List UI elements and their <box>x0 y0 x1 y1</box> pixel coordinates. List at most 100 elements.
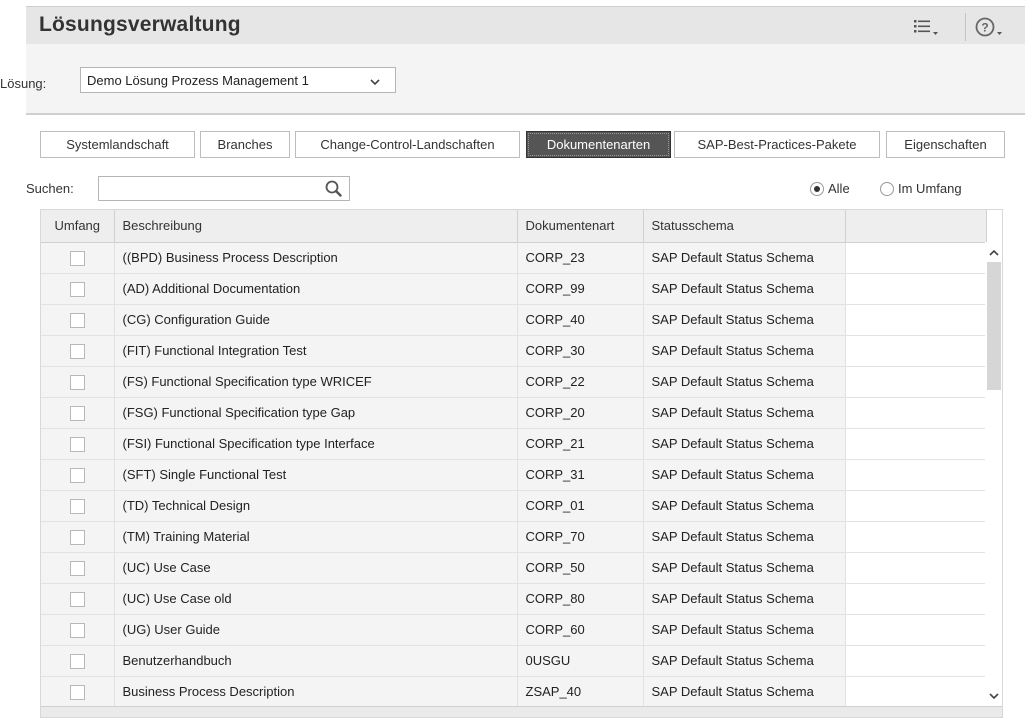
cell-document-type: CORP_60 <box>517 614 644 646</box>
tab-branches[interactable]: Branches <box>200 131 290 158</box>
table-row[interactable]: (FIT) Functional Integration Test CORP_30… <box>41 335 987 367</box>
scope-checkbox[interactable] <box>69 312 85 328</box>
header-beschreibung[interactable]: Beschreibung <box>114 210 518 243</box>
search-field[interactable] <box>98 176 350 201</box>
tab-dokumentenarten[interactable]: Dokumentenarten <box>526 131 671 158</box>
filter-in-scope[interactable]: Im Umfang <box>880 181 962 196</box>
scope-checkbox[interactable] <box>69 405 85 421</box>
header-umfang[interactable]: Umfang <box>41 210 115 243</box>
cell-description: (TM) Training Material <box>114 521 518 553</box>
cell-empty <box>845 490 987 522</box>
cell-empty <box>845 645 987 677</box>
cell-status-schema: SAP Default Status Schema <box>643 335 846 367</box>
search-icon[interactable] <box>324 179 344 202</box>
cell-empty <box>845 459 987 491</box>
filter-all[interactable]: Alle <box>810 181 850 196</box>
cell-description: (UC) Use Case old <box>114 583 518 615</box>
cell-description: (AD) Additional Documentation <box>114 273 518 305</box>
tab-eigenschaften[interactable]: Eigenschaften <box>886 131 1005 158</box>
table-row[interactable]: ((BPD) Business Process Description CORP_… <box>41 242 987 274</box>
search-input[interactable] <box>103 177 313 199</box>
table-row[interactable]: (FSG) Functional Specification type Gap C… <box>41 397 987 429</box>
scope-checkbox-cell <box>41 366 115 398</box>
table-row[interactable]: (UC) Use Case old CORP_80 SAP Default Stat… <box>41 583 987 615</box>
scope-checkbox[interactable] <box>69 560 85 576</box>
header-empty <box>845 210 987 243</box>
solution-dropdown[interactable]: Demo Lösung Prozess Management 1 <box>80 67 396 93</box>
scope-checkbox[interactable] <box>69 374 85 390</box>
cell-empty <box>845 552 987 584</box>
solution-label: Lösung: <box>0 76 47 91</box>
cell-description: (SFT) Single Functional Test <box>114 459 518 491</box>
cell-empty <box>845 428 987 460</box>
scope-checkbox[interactable] <box>69 498 85 514</box>
scope-checkbox[interactable] <box>69 436 85 452</box>
cell-empty <box>845 242 987 274</box>
scope-checkbox[interactable] <box>69 467 85 483</box>
cell-empty <box>845 335 987 367</box>
scope-checkbox[interactable] <box>69 343 85 359</box>
scrollbar-thumb[interactable] <box>987 262 1001 390</box>
header-dokumentenart[interactable]: Dokumentenart <box>517 210 644 243</box>
tab-systemlandschaft[interactable]: Systemlandschaft <box>40 131 195 158</box>
table-row[interactable]: (TM) Training Material CORP_70 SAP Default… <box>41 521 987 553</box>
table-row[interactable]: Benutzerhandbuch 0USGU SAP Default Status … <box>41 645 987 677</box>
cell-document-type: CORP_50 <box>517 552 644 584</box>
cell-document-type: ZSAP_40 <box>517 676 644 708</box>
scope-checkbox[interactable] <box>69 250 85 266</box>
radio-in-scope-label: Im Umfang <box>898 181 962 196</box>
radio-in-scope[interactable] <box>880 181 894 196</box>
scroll-down-icon[interactable] <box>988 689 1000 704</box>
svg-text:?: ? <box>981 21 988 35</box>
cell-status-schema: SAP Default Status Schema <box>643 273 846 305</box>
cell-status-schema: SAP Default Status Schema <box>643 614 846 646</box>
help-icon[interactable]: ? <box>975 16 1005 38</box>
tab-change-control[interactable]: Change-Control-Landschaften <box>295 131 520 158</box>
table-row[interactable]: (UC) Use Case CORP_50 SAP Default Status S… <box>41 552 987 584</box>
cell-document-type: 0USGU <box>517 645 644 677</box>
scope-checkbox-cell <box>41 459 115 491</box>
table-row[interactable]: (FSI) Functional Specification type Inte… <box>41 428 987 460</box>
scope-checkbox-cell <box>41 304 115 336</box>
cell-document-type: CORP_70 <box>517 521 644 553</box>
table-row[interactable]: (FS) Functional Specification type WRICE… <box>41 366 987 398</box>
cell-document-type: CORP_40 <box>517 304 644 336</box>
header-statusschema[interactable]: Statusschema <box>643 210 846 243</box>
chevron-down-icon <box>369 75 381 90</box>
cell-empty <box>845 583 987 615</box>
cell-description: (FSG) Functional Specification type Gap <box>114 397 518 429</box>
scope-checkbox[interactable] <box>69 591 85 607</box>
cell-document-type: CORP_20 <box>517 397 644 429</box>
cell-description: (FSI) Functional Specification type Inte… <box>114 428 518 460</box>
scope-checkbox[interactable] <box>69 529 85 545</box>
scope-checkbox-cell <box>41 676 115 708</box>
table-row[interactable]: (TD) Technical Design CORP_01 SAP Default … <box>41 490 987 522</box>
cell-status-schema: SAP Default Status Schema <box>643 676 846 708</box>
document-types-table: Umfang Beschreibung Dokumentenart Status… <box>40 209 1003 718</box>
table-row[interactable]: (AD) Additional Documentation CORP_99 SAP … <box>41 273 987 305</box>
list-settings-icon[interactable] <box>912 16 940 38</box>
table-row[interactable]: (UG) User Guide CORP_60 SAP Default Status… <box>41 614 987 646</box>
scope-checkbox[interactable] <box>69 281 85 297</box>
solution-value: Demo Lösung Prozess Management 1 <box>87 72 309 88</box>
cell-empty <box>845 614 987 646</box>
page-title: Lösungsverwaltung <box>39 13 241 36</box>
scope-checkbox-cell <box>41 490 115 522</box>
vertical-scrollbar[interactable] <box>985 242 1002 708</box>
cell-document-type: CORP_99 <box>517 273 644 305</box>
cell-status-schema: SAP Default Status Schema <box>643 242 846 274</box>
cell-document-type: CORP_01 <box>517 490 644 522</box>
cell-document-type: CORP_22 <box>517 366 644 398</box>
table-row[interactable]: Business Process Description ZSAP_40 SAP D… <box>41 676 987 708</box>
scroll-up-icon[interactable] <box>988 246 1000 261</box>
table-row[interactable]: (SFT) Single Functional Test CORP_31 SAP D… <box>41 459 987 491</box>
table-header-row: Umfang Beschreibung Dokumentenart Status… <box>41 210 987 243</box>
scope-checkbox[interactable] <box>69 622 85 638</box>
title-bar: Lösungsverwaltung ? <box>26 6 1025 44</box>
cell-description: ((BPD) Business Process Description <box>114 242 518 274</box>
scope-checkbox[interactable] <box>69 653 85 669</box>
tab-sap-best-practices[interactable]: SAP-Best-Practices-Pakete <box>674 131 880 158</box>
radio-all[interactable] <box>810 181 824 196</box>
scope-checkbox[interactable] <box>69 684 85 700</box>
table-row[interactable]: (CG) Configuration Guide CORP_40 SAP Defau… <box>41 304 987 336</box>
